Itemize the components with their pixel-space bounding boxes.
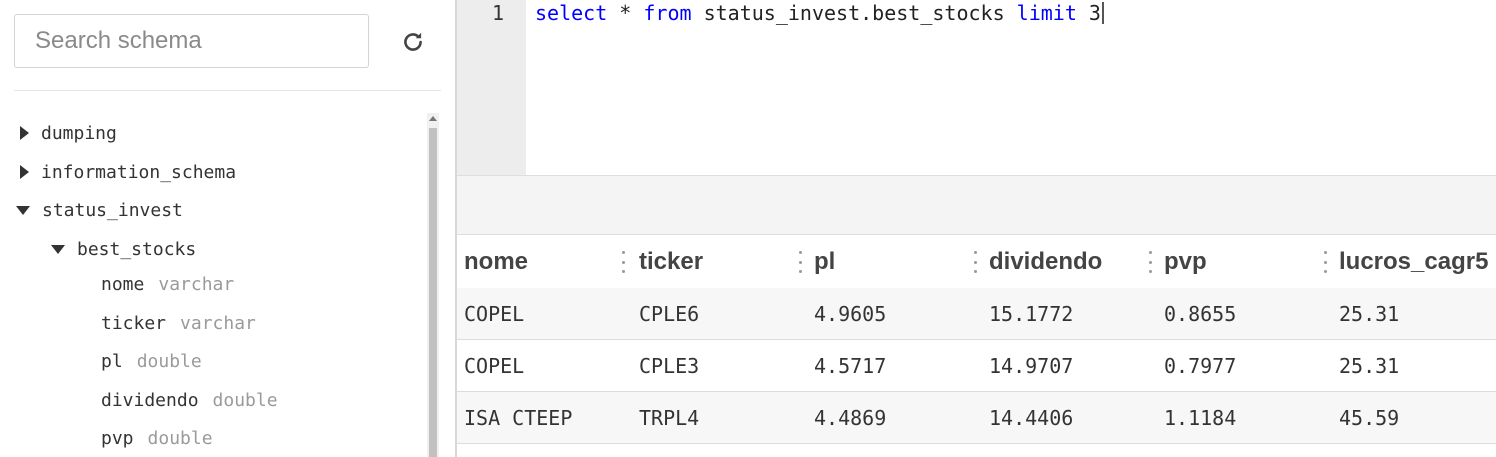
expand-arrow-icon [20, 165, 29, 179]
cell-dividendo[interactable]: 14.4406 [982, 392, 1073, 444]
column-resize-handle[interactable] [1323, 251, 1327, 273]
tree-column-nome[interactable]: nome varchar [101, 267, 234, 301]
grid-header: nome ticker pl dividendo pvp lucros_cagr… [457, 236, 1496, 288]
column-name: ticker [101, 312, 167, 334]
column-resize-handle[interactable] [973, 251, 977, 273]
cell-ticker[interactable]: CPLE3 [632, 340, 699, 392]
tree-column-pl[interactable]: pl double [101, 344, 202, 378]
search-schema-input[interactable] [14, 14, 369, 68]
editor-gutter: 1 [457, 0, 526, 175]
column-resize-handle[interactable] [798, 251, 802, 273]
app-window: dumping information_schema status_invest… [0, 0, 1496, 457]
column-type: double [212, 389, 278, 411]
code-line: select * from status_invest.best_stocks … [535, 1, 1104, 25]
schema-label: dumping [41, 122, 117, 144]
cell-pvp[interactable]: 0.7977 [1157, 340, 1236, 392]
cell-nome[interactable]: COPEL [457, 288, 524, 340]
cell-nome[interactable]: COPEL [457, 340, 524, 392]
table-row[interactable]: COPEL CPLE3 4.5717 14.9707 0.7977 25.31 [457, 340, 1496, 392]
cell-nome[interactable]: ISA CTEEP [457, 392, 572, 444]
sidebar-divider [14, 90, 441, 91]
cell-pvp[interactable]: 1.1184 [1157, 392, 1236, 444]
column-name: dividendo [101, 389, 199, 411]
collapse-arrow-icon [51, 244, 65, 254]
expand-arrow-icon [20, 126, 29, 140]
column-header-ticker[interactable]: ticker [632, 236, 807, 288]
schema-sidebar: dumping information_schema status_invest… [0, 0, 455, 457]
table-row[interactable]: ISA CTEEP TRPL4 4.4869 14.4406 1.1184 45… [457, 392, 1496, 444]
table-row[interactable]: COPEL CPLE6 4.9605 15.1772 0.8655 25.31 [457, 288, 1496, 340]
scrollbar-thumb[interactable] [429, 128, 437, 457]
cell-lucros-cagr5[interactable]: 25.31 [1332, 288, 1399, 340]
collapse-arrow-icon [16, 205, 30, 215]
cell-lucros-cagr5[interactable]: 45.59 [1332, 392, 1399, 444]
scroll-up-arrow-icon[interactable] [429, 116, 437, 121]
column-header-pvp[interactable]: pvp [1157, 236, 1332, 288]
column-name: pvp [101, 427, 134, 449]
cell-pl[interactable]: 4.4869 [807, 392, 886, 444]
column-header-nome[interactable]: nome [457, 236, 632, 288]
column-header-pl[interactable]: pl [807, 236, 982, 288]
keyword-select: select [535, 1, 608, 25]
keyword-from: from [643, 1, 692, 25]
column-type: double [136, 350, 202, 372]
sql-editor[interactable]: select * from status_invest.best_stocks … [526, 0, 1496, 175]
column-type: varchar [158, 273, 235, 295]
keyword-limit: limit [1016, 1, 1077, 25]
column-name: pl [101, 350, 123, 372]
tree-table-best-stocks[interactable]: best_stocks [51, 232, 196, 266]
cell-lucros-cagr5[interactable]: 25.31 [1332, 340, 1399, 392]
schema-label: status_invest [42, 199, 183, 221]
table-label: best_stocks [77, 238, 197, 260]
tree-schema-dumping[interactable]: dumping [20, 116, 117, 150]
results-grid: nome ticker pl dividendo pvp lucros_cagr… [457, 236, 1496, 457]
column-name: nome [101, 273, 145, 295]
tree-column-pvp[interactable]: pvp double [101, 421, 213, 455]
line-number: 1 [491, 1, 504, 25]
cell-pl[interactable]: 4.5717 [807, 340, 886, 392]
column-resize-handle[interactable] [621, 251, 625, 273]
cell-ticker[interactable]: TRPL4 [632, 392, 699, 444]
text-cursor [1101, 2, 1104, 24]
schema-label: information_schema [41, 161, 237, 183]
cell-dividendo[interactable]: 15.1772 [982, 288, 1073, 340]
refresh-icon [404, 32, 422, 51]
tree-scrollbar[interactable] [427, 113, 439, 457]
cell-dividendo[interactable]: 14.9707 [982, 340, 1073, 392]
column-type: varchar [180, 312, 256, 334]
column-type: double [147, 427, 213, 449]
code-text: 3 [1076, 1, 1101, 25]
tree-column-ticker[interactable]: ticker varchar [101, 306, 256, 340]
column-resize-handle[interactable] [1148, 251, 1152, 273]
tree-column-dividendo[interactable]: dividendo double [101, 383, 278, 417]
cell-pvp[interactable]: 0.8655 [1157, 288, 1236, 340]
code-text: * [607, 1, 644, 25]
results-toolbar [457, 175, 1496, 235]
column-header-dividendo[interactable]: dividendo [982, 236, 1157, 288]
tree-schema-information-schema[interactable]: information_schema [20, 155, 236, 189]
column-header-lucros-cagr5[interactable]: lucros_cagr5 [1332, 236, 1496, 288]
cell-ticker[interactable]: CPLE6 [632, 288, 699, 340]
tree-schema-status-invest[interactable]: status_invest [16, 193, 183, 227]
cell-pl[interactable]: 4.9605 [807, 288, 886, 340]
refresh-button[interactable] [396, 25, 430, 59]
code-text: status_invest.best_stocks [691, 1, 1017, 25]
